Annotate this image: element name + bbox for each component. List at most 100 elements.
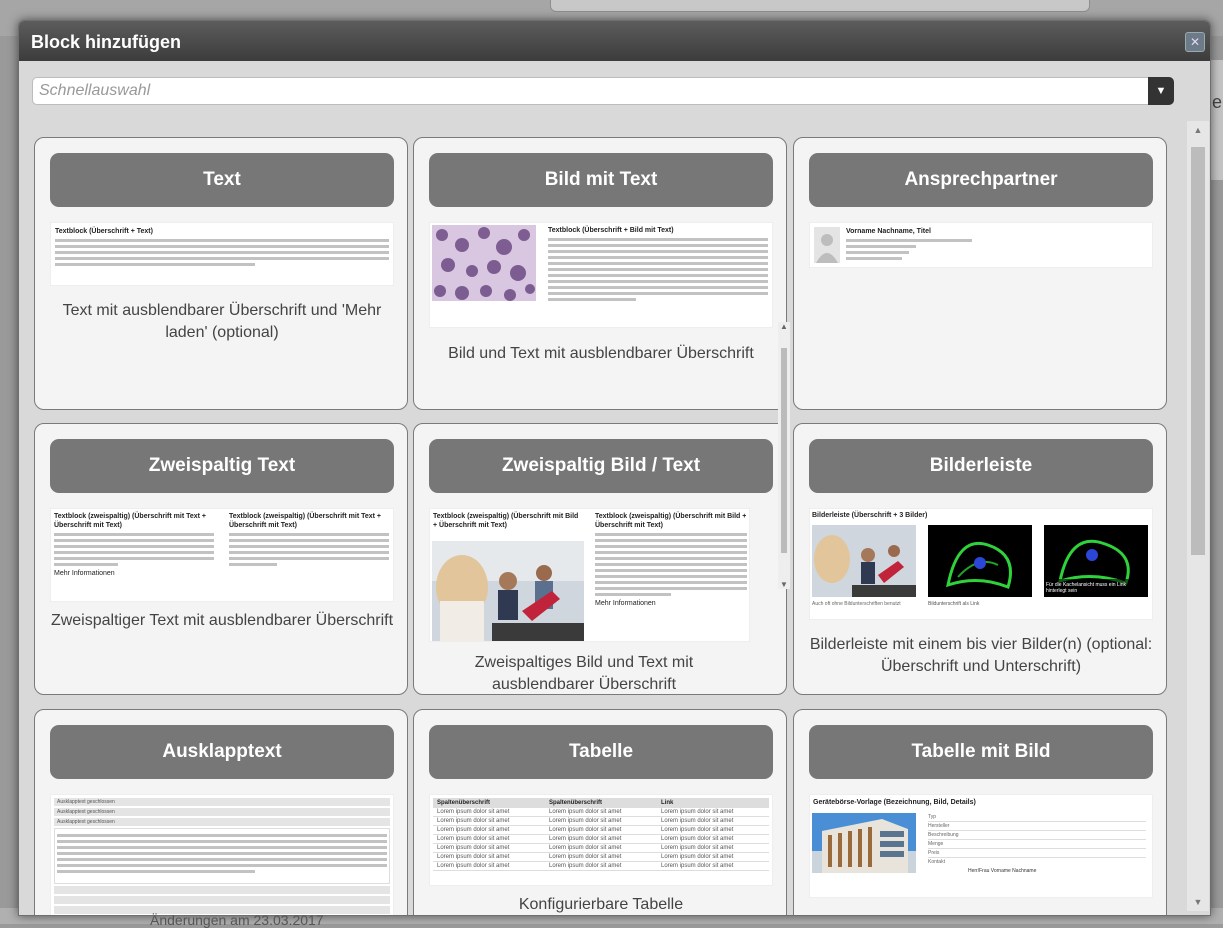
tile-header: Ausklapptext	[50, 725, 394, 779]
preview-caption: Auch oft ohne Bildunterschriften benutzt	[812, 601, 901, 607]
tile-two-column-text[interactable]: Zweispaltig Text Textblock (zweispaltig)…	[34, 423, 408, 695]
tile-preview: Gerätebörse-Vorlage (Bezeichnung, Bild, …	[809, 794, 1153, 898]
tile-preview: Textblock (zweispaltig) (Überschrift mit…	[429, 508, 750, 642]
preview-cell-image	[928, 525, 1032, 597]
preview-field: Beschreibung	[928, 831, 1146, 840]
scroll-down-icon[interactable]: ▼	[1187, 897, 1209, 907]
preview-cell: Lorem ipsum dolor sit amet	[545, 808, 657, 817]
preview-link: Mehr Informationen	[595, 600, 656, 607]
preview-caption: Bildunterschrift als Link	[928, 601, 980, 607]
tile-description: Bilderleiste mit einem bis vier Bilder(n…	[809, 636, 1153, 675]
tile-header: Text	[50, 153, 394, 207]
preview-column-header: Spaltenüberschrift	[545, 798, 657, 808]
preview-column-header: Link	[657, 798, 769, 808]
preview-field: Typ	[928, 813, 1146, 822]
preview-cell: Lorem ipsum dolor sit amet	[657, 825, 769, 835]
preview-field: Menge	[928, 840, 1146, 849]
preview-title: Vorname Nachname, Titel	[846, 228, 931, 235]
tile-expandable-text[interactable]: Ausklapptext Ausklapptext geschlossen Au…	[34, 709, 408, 915]
tile-description: Text mit ausblendbarer Überschrift und '…	[62, 302, 382, 341]
tile-table[interactable]: Tabelle Spaltenüberschrift Spaltenübersc…	[413, 709, 787, 915]
scroll-down-icon[interactable]: ▼	[778, 580, 790, 589]
tile-description: Zweispaltiges Bild und Text mit ausblend…	[474, 654, 694, 693]
preview-title: Textblock (zweispaltig) (Überschrift mit…	[595, 513, 747, 529]
preview-cell: Lorem ipsum dolor sit amet	[657, 816, 769, 826]
preview-cell: Lorem ipsum dolor sit amet	[545, 852, 657, 862]
scrollbar-thumb[interactable]	[781, 348, 787, 553]
tile-header: Bilderleiste	[809, 439, 1153, 493]
tile-text[interactable]: Text Textblock (Überschrift + Text) Text…	[34, 137, 408, 410]
preview-table: Spaltenüberschrift Spaltenüberschrift Li…	[433, 798, 769, 871]
preview-field: Hersteller	[928, 822, 1146, 831]
preview-title: Textblock (Überschrift + Text)	[55, 228, 153, 235]
preview-title: Bilderleiste (Überschrift + 3 Bilder)	[812, 512, 928, 519]
preview-cell: Lorem ipsum dolor sit amet	[433, 861, 545, 871]
preview-link: Mehr Informationen	[54, 570, 115, 577]
preview-cell: Lorem ipsum dolor sit amet	[433, 825, 545, 835]
preview-photo	[812, 525, 916, 597]
tile-scrollbar[interactable]: ▲ ▼	[778, 322, 790, 589]
tile-header: Tabelle	[429, 725, 773, 779]
close-icon[interactable]: ✕	[1185, 32, 1205, 52]
preview-cell: Lorem ipsum dolor sit amet	[433, 808, 545, 817]
quick-select[interactable]: ▼	[32, 77, 1174, 105]
tile-image-strip[interactable]: Bilderleiste Bilderleiste (Überschrift +…	[793, 423, 1167, 695]
preview-cell: Lorem ipsum dolor sit amet	[433, 852, 545, 862]
preview-title: Gerätebörse-Vorlage (Bezeichnung, Bild, …	[813, 799, 976, 806]
preview-cell: Lorem ipsum dolor sit amet	[657, 852, 769, 862]
preview-title: Textblock (Überschrift + Bild mit Text)	[548, 227, 674, 234]
add-block-dialog: Block hinzufügen ✕ ▼ Text Textblock (Übe…	[18, 20, 1211, 916]
preview-column-header: Spaltenüberschrift	[433, 798, 545, 808]
tile-contact-person[interactable]: Ansprechpartner Vorname Nachname, Titel	[793, 137, 1167, 410]
preview-photo	[432, 541, 584, 641]
preview-field: Preis	[928, 849, 1146, 858]
preview-cell: Lorem ipsum dolor sit amet	[433, 816, 545, 826]
preview-row: Ausklapptext geschlossen	[54, 818, 390, 826]
tile-image-with-text[interactable]: Bild mit Text Textblock (Überschrift + B…	[413, 137, 787, 410]
preview-title: Textblock (zweispaltig) (Überschrift mit…	[433, 513, 579, 529]
preview-row: Ausklapptext geschlossen	[54, 808, 390, 816]
preview-cell: Lorem ipsum dolor sit amet	[657, 834, 769, 844]
scrollbar-thumb[interactable]	[1191, 147, 1205, 555]
preview-cell-image	[432, 225, 536, 301]
tile-header: Zweispaltig Text	[50, 439, 394, 493]
tile-description: Zweispaltiger Text mit ausblendbarer Übe…	[50, 612, 394, 629]
preview-cell: Lorem ipsum dolor sit amet	[433, 834, 545, 844]
dialog-title: Block hinzufügen	[31, 32, 181, 52]
avatar	[814, 227, 840, 263]
tile-preview: Textblock (zweispaltig) (Überschrift mit…	[50, 508, 394, 602]
tile-header: Zweispaltig Bild / Text	[429, 439, 773, 493]
background-footer-text: Änderungen am 23.03.2017	[150, 912, 324, 928]
tile-two-column-image-text[interactable]: Zweispaltig Bild / Text Textblock (zweis…	[413, 423, 787, 695]
dialog-scrollbar[interactable]: ▲ ▼	[1187, 121, 1209, 911]
preview-cell: Lorem ipsum dolor sit amet	[545, 834, 657, 844]
preview-overlay: Für die Kachelansicht muss ein Link hint…	[1046, 582, 1127, 594]
preview-cell: Lorem ipsum dolor sit amet	[433, 843, 545, 853]
background-letter: e	[1212, 92, 1223, 112]
preview-cell: Lorem ipsum dolor sit amet	[657, 843, 769, 853]
tile-description: Konfigurierbare Tabelle	[518, 896, 684, 913]
preview-cell: Lorem ipsum dolor sit amet	[545, 816, 657, 826]
dialog-titlebar[interactable]: Block hinzufügen ✕	[19, 21, 1210, 61]
tile-preview: Textblock (Überschrift + Text)	[50, 222, 394, 286]
preview-cell: Lorem ipsum dolor sit amet	[657, 861, 769, 871]
preview-title: Textblock (zweispaltig) (Überschrift mit…	[229, 513, 382, 529]
preview-cell: Lorem ipsum dolor sit amet	[545, 825, 657, 835]
preview-photo	[812, 813, 916, 873]
scroll-up-icon[interactable]: ▲	[1187, 125, 1209, 135]
preview-cell: Lorem ipsum dolor sit amet	[657, 808, 769, 817]
preview-contact: Herr/Frau Vorname Nachname	[968, 868, 1037, 874]
tile-preview: Spaltenüberschrift Spaltenüberschrift Li…	[429, 794, 773, 886]
tile-preview: Bilderleiste (Überschrift + 3 Bilder) Fü…	[809, 508, 1153, 620]
background-toolbar	[550, 0, 1090, 12]
tile-header: Tabelle mit Bild	[809, 725, 1153, 779]
tile-header: Bild mit Text	[429, 153, 773, 207]
tile-header: Ansprechpartner	[809, 153, 1153, 207]
chevron-down-icon[interactable]: ▼	[1148, 77, 1174, 105]
tile-table-with-image[interactable]: Tabelle mit Bild Gerätebörse-Vorlage (Be…	[793, 709, 1167, 915]
preview-cell: Lorem ipsum dolor sit amet	[545, 861, 657, 871]
scroll-up-icon[interactable]: ▲	[778, 322, 790, 331]
preview-row: Ausklapptext geschlossen	[54, 798, 390, 806]
preview-field: Kontakt	[928, 859, 945, 865]
quick-select-input[interactable]	[39, 81, 1139, 101]
